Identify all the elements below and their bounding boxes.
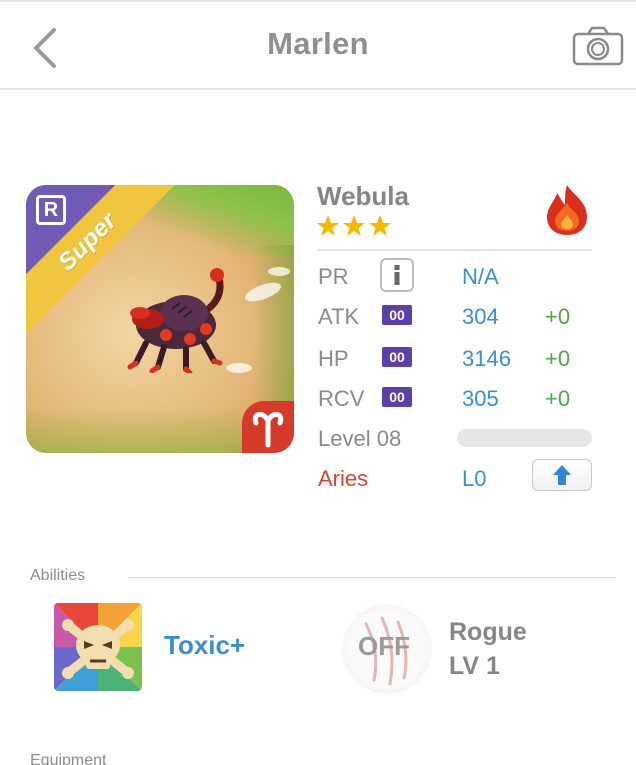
ability-name[interactable]: Toxic+ [164,630,245,661]
equipment-section-label: Equipment [30,752,107,765]
page-title: Marlen [267,26,369,61]
skill-level: LV 1 [449,652,500,680]
info-divider [318,249,592,251]
ability-icon-button[interactable] [54,603,142,691]
atk-plus-value: +0 [545,304,571,329]
zodiac-label: Aries [318,466,369,491]
pr-info-button[interactable] [380,258,414,292]
arrow-up-icon [553,465,571,485]
star-rating [316,214,392,240]
atk-label: ATK [318,304,360,329]
info-icon [394,265,400,285]
monster-image [127,268,224,373]
camera-button[interactable] [572,26,624,66]
skill-status: OFF [358,631,410,661]
skill-name: Rogue [449,618,527,646]
zodiac-level: L0 [462,466,487,491]
atk-plus-badge: 00 [382,305,412,325]
rarity-badge: R [36,195,66,225]
card-stone [268,267,290,276]
monster-name: Webula [317,181,409,211]
fire-icon [547,185,587,235]
pr-value: N/A [462,264,499,289]
rcv-plus-value: +0 [545,386,571,411]
rcv-value: 305 [462,386,499,411]
zodiac-badge [242,401,294,453]
camera-icon [572,26,624,66]
star-icon [369,215,391,236]
atk-value: 304 [462,304,499,329]
top-bar: Marlen [0,0,636,90]
star-icon [343,215,365,236]
hp-plus-value: +0 [545,346,571,371]
hp-plus-badge: 00 [382,347,412,367]
skull-crossbones-icon [54,603,142,691]
rcv-label: RCV [318,386,365,411]
rcv-plus-badge: 00 [382,387,412,407]
hp-label: HP [318,346,349,371]
zodiac-upgrade-button[interactable] [532,459,592,491]
abilities-section-label: Abilities [30,567,86,584]
abilities-divider [128,577,616,578]
hp-value: 3146 [462,346,511,371]
level-progress-bar [457,429,592,447]
monster-card[interactable]: Super R [26,185,294,453]
level-label: Level 08 [318,426,402,451]
pr-label: PR [318,264,349,289]
aries-icon [252,412,284,448]
star-icon [317,215,339,236]
